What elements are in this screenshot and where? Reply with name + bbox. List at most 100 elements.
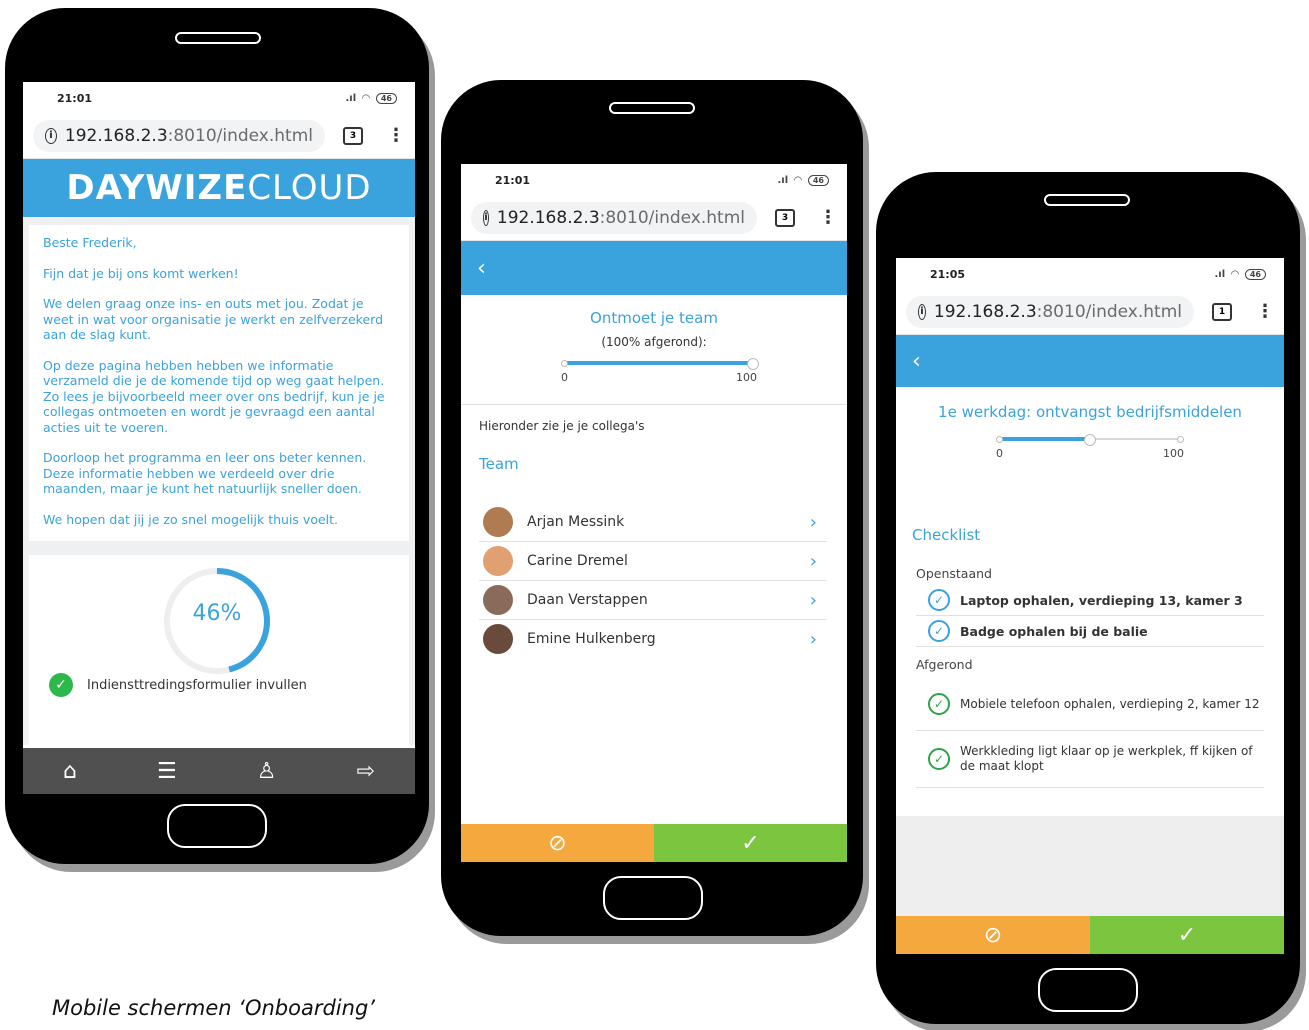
check-circle-icon[interactable]: ✓ [928,620,950,642]
task-label: Mobiele telefoon ophalen, verdieping 2, … [960,696,1260,711]
done-task-row[interactable]: ✓ Werkkleding ligt klaar op je werkplek,… [916,731,1264,788]
status-time: 21:01 [495,173,531,187]
confirm-button[interactable]: ✓ [654,824,847,862]
chevron-right-icon: › [809,511,817,533]
team-member-row[interactable]: Carine Dremel › [479,542,827,581]
browser-url-row: i 192.168.2.3:8010/index.html 3 ⋮ [461,196,847,241]
info-icon[interactable]: i [45,128,57,144]
task-label: Indiensttredingsformulier invullen [87,677,307,693]
info-icon[interactable]: i [483,210,489,226]
wifi-icon: ◠ [1231,268,1239,280]
member-name: Carine Dremel [527,553,628,569]
module-subtitle: (100% afgerond): [601,335,707,349]
url-host: 192.168.2.3 [933,302,1037,322]
url-bar[interactable]: i 192.168.2.3:8010/index.html [33,120,325,152]
done-heading: Afgerond [916,657,973,672]
module-title: Ontmoet je team [590,309,718,327]
avatar [483,624,513,654]
chevron-right-icon: › [809,628,817,650]
avatar [483,507,513,537]
check-icon: ✓ [49,673,73,697]
kebab-menu-icon[interactable]: ⋮ [387,127,405,145]
team-list: Arjan Messink › Carine Dremel › Daan Ver… [479,503,827,658]
slider-min: 0 [561,371,568,384]
signal-icon: .ıl [777,174,789,186]
open-task-row[interactable]: ✓ Laptop ophalen, verdieping 13, kamer 3 [916,585,1264,616]
cancel-icon: ⊘ [983,922,1003,948]
check-icon: ✓ [1177,922,1197,948]
progress-label: 46% [192,601,242,626]
progress-slider-wrap: 0 100 [561,355,759,384]
welcome-paragraph: We delen graag onze ins- en outs met jou… [43,296,384,342]
tab-count-button[interactable]: 1 [1212,303,1232,321]
cancel-button[interactable]: ⊘ [896,916,1090,954]
avatar [483,546,513,576]
header-bar: ‹ [896,335,1284,387]
tab-count-button[interactable]: 3 [343,127,363,145]
bottom-nav: ⌂ ☰ ♙ ⇨ [23,748,415,794]
checklist-icon[interactable]: ☰ [157,759,177,784]
team-member-row[interactable]: Daan Verstappen › [479,581,827,620]
status-bar: 21:01 .ıl ◠ 46 [461,164,847,196]
home-icon[interactable]: ⌂ [63,759,77,784]
phone-3: 21:05 .ıl ◠ 46 i 192.168.2.3:8010/index.ht… [876,172,1300,1024]
status-time: 21:01 [57,91,93,105]
task-row[interactable]: ✓ Indiensttredingsformulier invullen [49,673,307,697]
wifi-icon: ◠ [794,174,802,186]
cancel-icon: ⊘ [548,830,567,856]
done-task-row[interactable]: ✓ Mobiele telefoon ophalen, verdieping 2… [916,678,1264,731]
user-icon[interactable]: ♙ [257,759,277,784]
module-title: 1e werkdag: ontvangst bedrijfsmiddelen [938,403,1242,421]
kebab-menu-icon[interactable]: ⋮ [819,209,837,227]
check-icon: ✓ [741,830,760,856]
back-icon[interactable]: ‹ [912,349,921,374]
tab-count-button[interactable]: 3 [775,209,795,227]
progress-slider-wrap: 0 100 [996,431,1184,460]
phone-2-screen: 21:01 .ıl ◠ 46 i 192.168.2.3:8010/index.ht… [461,164,847,862]
welcome-paragraph: Doorloop het programma en leer ons beter… [43,450,367,496]
welcome-paragraph: Op deze pagina hebben hebben we informat… [43,357,385,435]
chevron-right-icon: › [809,550,817,572]
welcome-paragraph: Fijn dat je bij ons komt werken! [43,265,239,281]
confirm-button[interactable]: ✓ [1090,916,1284,954]
cancel-button[interactable]: ⊘ [461,824,654,862]
url-path: :8010/index.html [167,126,313,146]
greeting: Beste Frederik, [43,235,137,250]
progress-slider[interactable] [996,431,1184,447]
url-bar[interactable]: i 192.168.2.3:8010/index.html [471,202,757,234]
header-bar: ‹ [461,241,847,295]
caption: Mobile schermen ‘Onboarding’ [52,996,375,1020]
check-circle-icon[interactable]: ✓ [928,589,950,611]
url-bar[interactable]: i 192.168.2.3:8010/index.html [906,296,1194,328]
home-button[interactable] [603,876,703,920]
phone-1: 21:01 .ıl ◠ 46 i 192.168.2.3:8010/index.ht… [5,8,429,864]
slider-max: 100 [1163,447,1184,460]
check-circle-icon[interactable]: ✓ [928,693,950,715]
progress-slider[interactable] [561,355,759,371]
status-time: 21:05 [930,267,966,281]
check-circle-icon[interactable]: ✓ [928,748,950,770]
brand-banner: DAYWIZE CLOUD [23,159,415,217]
team-member-row[interactable]: Arjan Messink › [479,503,827,542]
signal-icon: .ıl [345,92,357,104]
avatar [483,585,513,615]
status-bar: 21:01 .ıl ◠ 46 [23,82,415,114]
signal-icon: .ıl [1214,268,1226,280]
wifi-icon: ◠ [362,92,370,104]
back-icon[interactable]: ‹ [477,256,486,281]
brand-light: CLOUD [247,168,372,208]
team-member-row[interactable]: Emine Hulkenberg › [479,620,827,658]
member-name: Daan Verstappen [527,592,648,608]
info-icon[interactable]: i [918,304,926,320]
home-button[interactable] [1038,968,1138,1012]
kebab-menu-icon[interactable]: ⋮ [1256,303,1274,321]
battery-icon: 46 [1244,268,1266,280]
action-buttons: ⊘ ✓ [896,916,1284,954]
home-button[interactable] [167,804,267,848]
intro-text: Hieronder zie je je collega's [479,419,645,433]
open-task-row[interactable]: ✓ Badge ophalen bij de balie [916,616,1264,647]
progress-card: 46% ✓ Indiensttredingsformulier invullen [29,555,409,755]
logout-icon[interactable]: ⇨ [357,759,375,784]
phone-speaker [609,102,695,114]
status-bar: 21:05 .ıl ◠ 46 [896,258,1284,290]
